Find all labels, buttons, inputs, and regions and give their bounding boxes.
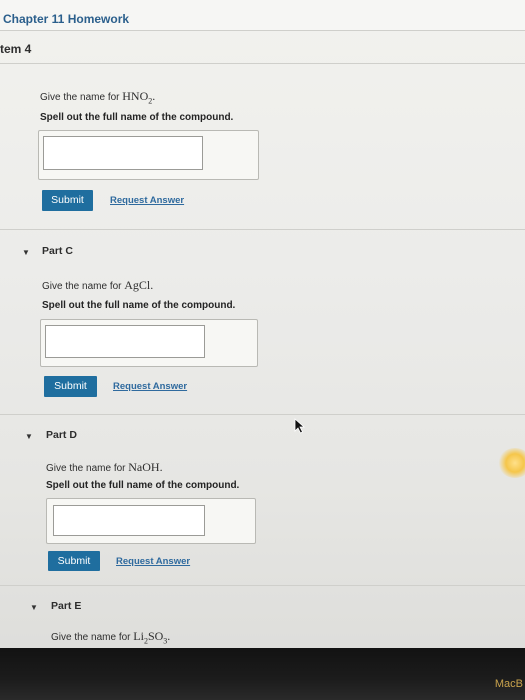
part-c-divider [0,414,525,415]
bezel-brand-label: MacB [494,678,523,690]
part-c-title[interactable]: Part C [42,245,73,257]
part-d-collapse-icon[interactable]: ▼ [25,432,33,441]
header-divider [0,30,525,31]
part-c-submit-button[interactable]: Submit [44,376,97,397]
part-e-prompt: Give the name for Li2SO3. [51,629,171,646]
part-b-request-answer-link[interactable]: Request Answer [110,195,184,206]
mouse-cursor-icon [294,418,306,434]
part-e-formula: Li2SO3. [133,629,171,646]
part-e-collapse-icon[interactable]: ▼ [30,603,38,612]
part-b-answer-area [38,130,259,180]
part-b-instruction: Spell out the full name of the compound. [40,112,234,123]
part-c-formula: AgCl. [124,278,154,292]
part-d-answer-input[interactable] [53,505,205,536]
part-d-submit-button[interactable]: Submit [48,551,100,571]
part-c-request-answer-link[interactable]: Request Answer [113,381,187,392]
part-b-divider [0,229,525,230]
part-e-title[interactable]: Part E [51,600,81,612]
part-b-answer-input[interactable] [43,136,203,170]
part-d-instruction: Spell out the full name of the compound. [46,480,240,491]
part-b-formula: HNO2. [122,89,156,106]
part-d-request-answer-link[interactable]: Request Answer [116,556,190,567]
part-d-divider [0,585,525,586]
part-d-prompt: Give the name for NaOH. [46,460,163,474]
browser-screen: Chapter 11 Homework tem 4 Give the name … [0,0,525,648]
part-d-title[interactable]: Part D [46,429,77,441]
part-d-answer-area [46,498,256,544]
part-c-instruction: Spell out the full name of the compound. [42,300,236,311]
part-c-prompt: Give the name for AgCl. [42,278,154,292]
part-b-submit-button[interactable]: Submit [42,190,93,211]
part-d-formula: NaOH. [128,460,163,474]
item-label: tem 4 [0,42,32,56]
assignment-header: Chapter 11 Homework [0,0,525,30]
part-c-answer-area [40,319,258,367]
item-divider [0,63,525,64]
laptop-bezel [0,648,525,700]
screen-glare [498,448,525,478]
part-c-collapse-icon[interactable]: ▼ [22,248,30,257]
part-b-prompt: Give the name for HNO2. [40,89,156,106]
chapter-title[interactable]: Chapter 11 Homework [3,12,129,26]
part-c-answer-input[interactable] [45,325,205,358]
